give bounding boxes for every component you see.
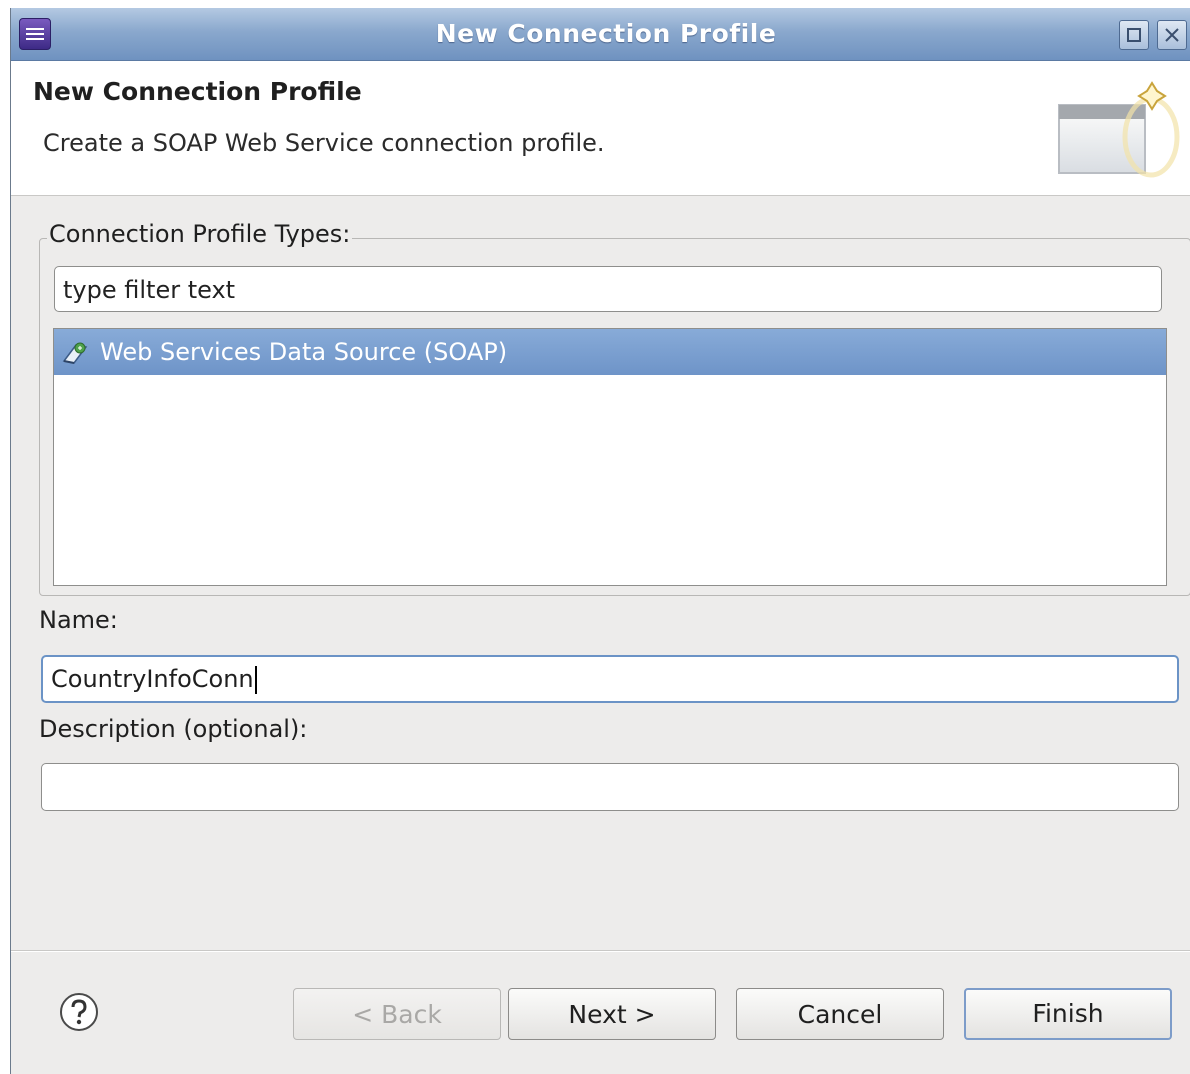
back-button[interactable]: < Back bbox=[293, 988, 501, 1040]
dialog-window: New Connection Profile New Connection Pr… bbox=[10, 8, 1190, 1074]
finish-button[interactable]: Finish bbox=[964, 988, 1172, 1040]
profile-types-label: Connection Profile Types: bbox=[47, 220, 353, 248]
filter-input[interactable]: type filter text bbox=[54, 266, 1162, 312]
description-input[interactable] bbox=[41, 763, 1179, 811]
banner-title: New Connection Profile bbox=[33, 77, 362, 106]
close-button[interactable] bbox=[1157, 20, 1187, 50]
window-title: New Connection Profile bbox=[435, 19, 777, 48]
new-wizard-icon bbox=[1058, 81, 1180, 178]
text-caret bbox=[254, 666, 257, 694]
cancel-button[interactable]: Cancel bbox=[736, 988, 944, 1040]
title-bar[interactable]: New Connection Profile bbox=[11, 8, 1190, 61]
wizard-banner: New Connection Profile Create a SOAP Web… bbox=[11, 61, 1190, 196]
web-service-icon bbox=[62, 342, 88, 364]
profile-types-list[interactable]: Web Services Data Source (SOAP) bbox=[53, 328, 1167, 586]
list-item-label: Web Services Data Source (SOAP) bbox=[100, 338, 508, 366]
description-label: Description (optional): bbox=[39, 715, 308, 743]
name-value: CountryInfoConn bbox=[51, 665, 254, 693]
name-input[interactable]: CountryInfoConn bbox=[41, 655, 1179, 703]
banner-description: Create a SOAP Web Service connection pro… bbox=[43, 129, 605, 157]
next-button[interactable]: Next > bbox=[508, 988, 716, 1040]
maximize-icon bbox=[1127, 28, 1141, 42]
close-icon bbox=[1165, 28, 1179, 42]
list-item-web-services-soap[interactable]: Web Services Data Source (SOAP) bbox=[54, 329, 1166, 375]
button-bar-separator bbox=[11, 950, 1190, 952]
help-icon[interactable] bbox=[59, 992, 99, 1032]
name-label: Name: bbox=[39, 606, 118, 634]
maximize-button[interactable] bbox=[1119, 20, 1149, 50]
